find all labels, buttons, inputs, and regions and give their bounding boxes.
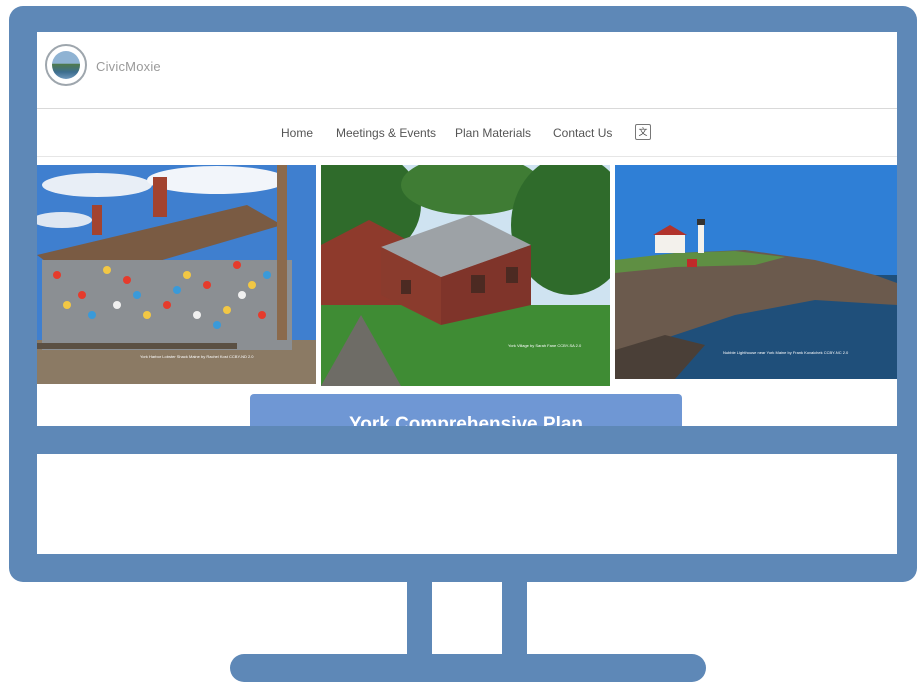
- main-navigation: Home Meetings & Events Plan Materials Co…: [37, 108, 897, 157]
- photo-lighthouse-image: [615, 165, 897, 379]
- photo-red-houses-image: [321, 165, 610, 386]
- monitor-stand-right: [502, 582, 527, 658]
- nav-item-meetings-events[interactable]: Meetings & Events: [336, 126, 436, 140]
- nav-item-home[interactable]: Home: [281, 126, 313, 140]
- nav-item-plan-materials[interactable]: Plan Materials: [455, 126, 531, 140]
- monitor-base: [230, 654, 706, 682]
- photo-caption: York Harbor Lobster Shack Maine by Rache…: [140, 354, 254, 359]
- translate-icon[interactable]: 文: [635, 124, 651, 140]
- monitor-screen-lower: [37, 454, 897, 554]
- site-logo-text[interactable]: CivicMoxie: [96, 59, 161, 74]
- site-header: CivicMoxie: [37, 32, 897, 109]
- photo-caption: York Village by Sarah Fane CCBY-SA 2.0: [508, 343, 582, 348]
- plan-title-banner: York Comprehensive Plan: [250, 394, 682, 426]
- plan-title: York Comprehensive Plan: [348, 414, 584, 426]
- photo-red-houses: York Village by Sarah Fane CCBY-SA 2.0: [321, 165, 610, 386]
- site-logo-icon[interactable]: [45, 44, 87, 86]
- nav-item-contact-us[interactable]: Contact Us: [553, 126, 612, 140]
- monitor-screen: CivicMoxie Home Meetings & Events Plan M…: [37, 32, 897, 426]
- photo-lighthouse: Nubble Lighthouse near York Maine by Fra…: [615, 165, 897, 379]
- photo-lobster-shack-image: [37, 165, 316, 384]
- photo-caption: Nubble Lighthouse near York Maine by Fra…: [723, 350, 849, 355]
- photo-lobster-shack: York Harbor Lobster Shack Maine by Rache…: [37, 165, 316, 384]
- monitor-stand-left: [407, 582, 432, 658]
